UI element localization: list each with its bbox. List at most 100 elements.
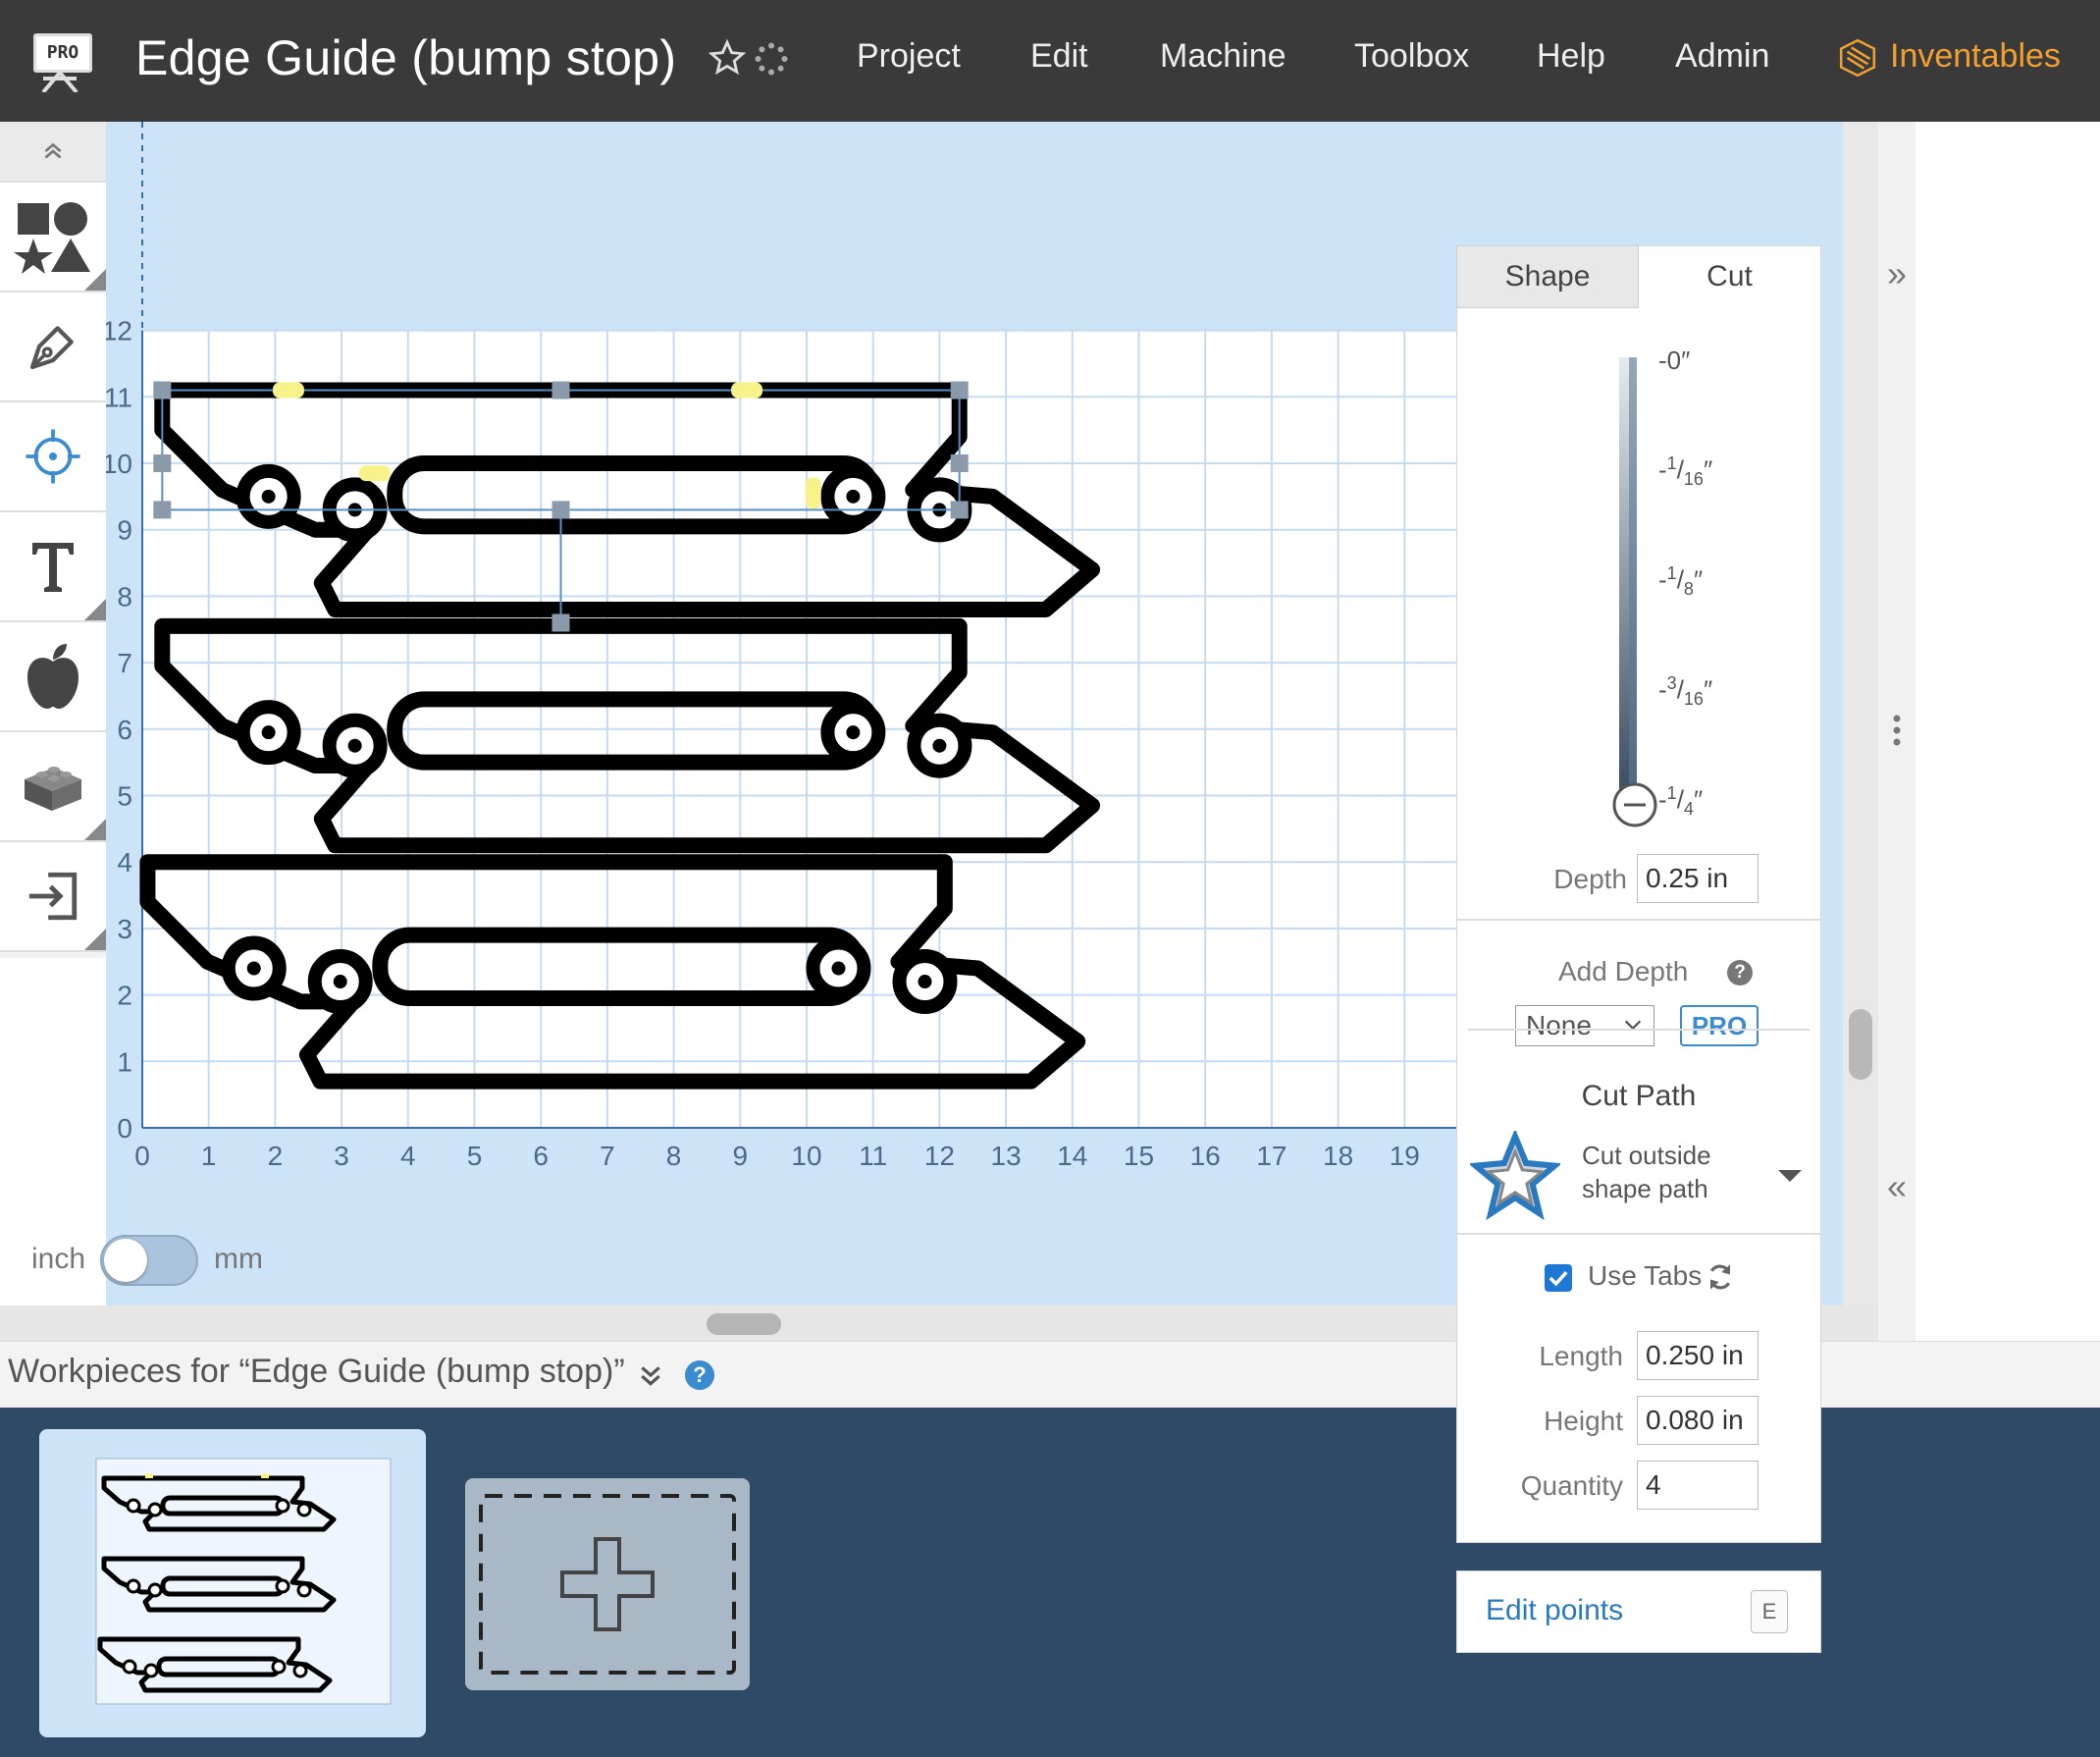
y-tick-label: 7 bbox=[117, 648, 132, 678]
depth-mark-0: -0″ bbox=[1658, 346, 1691, 375]
x-tick-label: 15 bbox=[1124, 1141, 1154, 1171]
double-chevron-up-icon bbox=[44, 142, 62, 159]
selection-handle bbox=[153, 454, 172, 472]
shapes-tool[interactable] bbox=[0, 183, 106, 293]
import-icon bbox=[28, 872, 78, 921]
add-depth-label: Add Depth bbox=[1558, 956, 1689, 986]
thumb-hole bbox=[126, 1578, 141, 1594]
add-depth-value: None bbox=[1526, 1010, 1592, 1040]
caret-down-icon[interactable] bbox=[1778, 1168, 1802, 1184]
depth-slider-handle-icon[interactable] bbox=[1611, 781, 1662, 832]
add-depth-select[interactable]: None bbox=[1515, 1005, 1654, 1046]
kebab-menu-icon[interactable] bbox=[1892, 713, 1902, 748]
x-tick-label: 11 bbox=[859, 1141, 887, 1171]
nav-project[interactable]: Project bbox=[857, 37, 961, 76]
depth-mark-1-4: -1/4″ bbox=[1658, 783, 1704, 819]
tab-shape[interactable]: Shape bbox=[1456, 245, 1639, 308]
x-tick-label: 5 bbox=[467, 1141, 483, 1171]
x-tick-label: 19 bbox=[1390, 1141, 1420, 1171]
selection-handle bbox=[153, 381, 172, 399]
help-icon[interactable]: ? bbox=[1727, 960, 1753, 985]
y-tick-label: 11 bbox=[106, 382, 132, 412]
refresh-icon[interactable] bbox=[1706, 1262, 1735, 1292]
depth-mark-1-8: -1/8″ bbox=[1658, 563, 1704, 599]
x-tick-label: 2 bbox=[268, 1141, 284, 1171]
splitter-handle[interactable] bbox=[707, 1313, 781, 1335]
double-chevron-down-icon[interactable] bbox=[638, 1362, 663, 1388]
workpiece-thumbnail[interactable] bbox=[39, 1429, 426, 1737]
apps-tool[interactable] bbox=[0, 622, 106, 732]
edit-points-link[interactable]: Edit points bbox=[1486, 1594, 1623, 1627]
text-tool[interactable] bbox=[0, 512, 106, 622]
tab-length-label: Length bbox=[1539, 1341, 1623, 1371]
thumb-hole bbox=[275, 1498, 290, 1514]
thumb-hole bbox=[122, 1659, 137, 1675]
selection-handle bbox=[551, 501, 570, 519]
help-icon[interactable]: ? bbox=[685, 1360, 714, 1390]
star-outline-icon[interactable] bbox=[1470, 1131, 1560, 1221]
bricks-tool[interactable] bbox=[0, 732, 106, 842]
tool-submenu-corner bbox=[84, 269, 106, 291]
expand-right-icon[interactable]: » bbox=[1882, 256, 1912, 292]
shapes-icon bbox=[14, 202, 90, 274]
cut-path-value[interactable]: Cut outside shape path bbox=[1582, 1139, 1759, 1205]
thumb-hole bbox=[275, 1578, 290, 1594]
canvas-scrollbar[interactable] bbox=[1843, 122, 1878, 1305]
depth-input[interactable] bbox=[1637, 854, 1759, 903]
tab-marker bbox=[805, 477, 821, 509]
bolt-hole-center bbox=[246, 961, 261, 976]
tab-marker bbox=[731, 382, 763, 399]
project-title[interactable]: Edge Guide (bump stop) bbox=[135, 29, 676, 86]
nav-inventables[interactable]: Inventables bbox=[1890, 37, 2061, 76]
selection-handle bbox=[950, 381, 969, 399]
y-tick-label: 0 bbox=[117, 1113, 132, 1144]
nav-help[interactable]: Help bbox=[1537, 37, 1605, 76]
preview-area bbox=[1916, 122, 2100, 1341]
easel-legs-icon bbox=[41, 73, 79, 92]
y-tick-label: 5 bbox=[117, 781, 132, 812]
bolt-hole-center bbox=[846, 725, 861, 740]
star-icon[interactable] bbox=[709, 39, 746, 77]
selection-handle bbox=[950, 501, 969, 519]
x-tick-label: 8 bbox=[666, 1141, 682, 1171]
add-workpiece-button[interactable] bbox=[465, 1478, 750, 1690]
x-tick-label: 3 bbox=[334, 1141, 349, 1171]
scrollbar-thumb[interactable] bbox=[1849, 1009, 1872, 1080]
nav-edit[interactable]: Edit bbox=[1030, 37, 1088, 76]
use-tabs-checkbox[interactable] bbox=[1545, 1264, 1572, 1292]
workpieces-title: Workpieces for “Edge Guide (bump stop)” bbox=[8, 1353, 625, 1390]
tab-height-input[interactable] bbox=[1637, 1396, 1759, 1445]
tab-cut[interactable]: Cut bbox=[1639, 245, 1821, 308]
depth-mark-1-16: -1/16″ bbox=[1658, 453, 1713, 489]
nav-toolbox[interactable]: Toolbox bbox=[1354, 37, 1469, 76]
thumb-hole bbox=[126, 1498, 141, 1514]
use-tabs-label: Use Tabs bbox=[1588, 1260, 1703, 1291]
crosshair-icon bbox=[26, 429, 80, 484]
tab-length-input[interactable] bbox=[1637, 1331, 1759, 1380]
apple-icon bbox=[27, 644, 79, 709]
pro-badge[interactable]: PRO bbox=[1680, 1005, 1759, 1046]
nav-admin[interactable]: Admin bbox=[1675, 37, 1769, 76]
unit-toggle[interactable] bbox=[100, 1235, 198, 1286]
selection-handle bbox=[551, 613, 570, 632]
tab-marker bbox=[272, 382, 304, 399]
collapse-toolbar-button[interactable] bbox=[0, 122, 106, 183]
tab-quantity-input[interactable] bbox=[1637, 1461, 1759, 1510]
x-tick-label: 18 bbox=[1323, 1141, 1353, 1171]
plus-icon bbox=[479, 1494, 736, 1675]
tool-submenu-corner bbox=[84, 929, 106, 950]
collapse-left-icon[interactable]: « bbox=[1882, 1169, 1912, 1204]
bolt-hole-center bbox=[347, 738, 362, 753]
pro-logo[interactable]: PRO bbox=[26, 27, 94, 96]
y-tick-label: 9 bbox=[117, 515, 132, 546]
pen-tool[interactable] bbox=[0, 293, 106, 402]
tab-marker bbox=[358, 465, 391, 482]
import-tool[interactable] bbox=[0, 842, 106, 952]
divider bbox=[1468, 1029, 1810, 1031]
tab-quantity-label: Quantity bbox=[1520, 1470, 1623, 1501]
target-tool[interactable] bbox=[0, 402, 106, 512]
thumb-hole bbox=[292, 1663, 308, 1678]
nav-machine[interactable]: Machine bbox=[1160, 37, 1286, 76]
tool-submenu-corner bbox=[84, 819, 106, 840]
thumb-hole bbox=[147, 1502, 163, 1517]
